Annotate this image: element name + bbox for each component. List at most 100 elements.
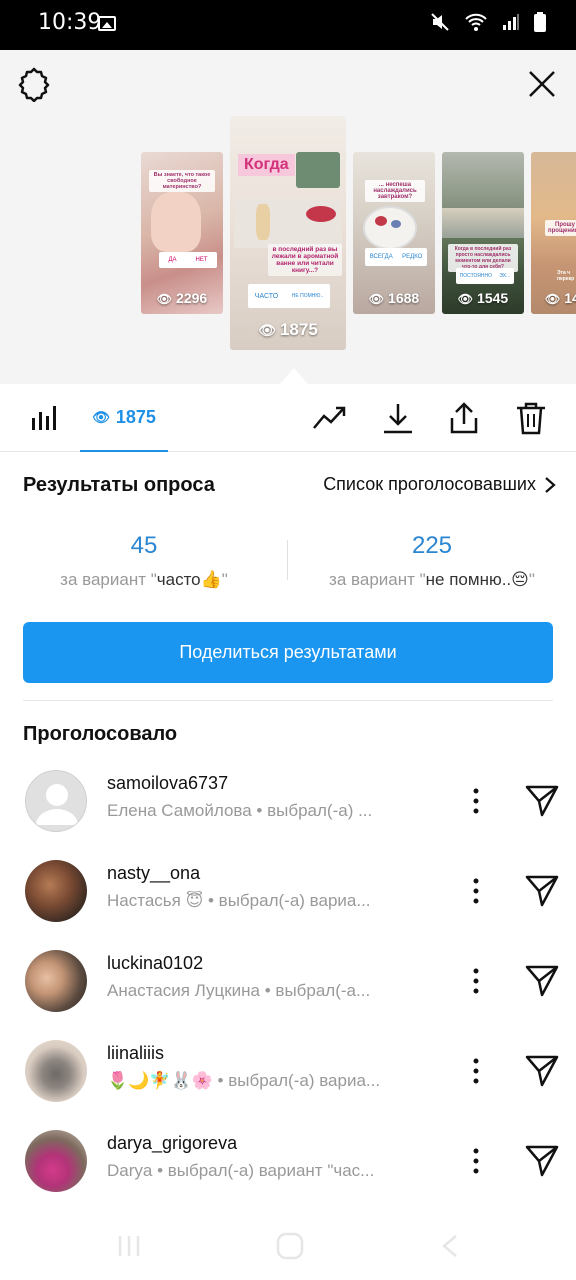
- more-options-icon[interactable]: [466, 966, 486, 996]
- eye-icon: 👁: [368, 292, 385, 306]
- story-poll-option-b: НЕ ПОМНЮ..: [291, 293, 324, 299]
- trash-icon[interactable]: [513, 400, 549, 436]
- status-time: 10:39: [38, 10, 102, 35]
- story-photo: [234, 198, 342, 248]
- story-view-count: 👁 2296: [156, 290, 208, 306]
- gear-icon[interactable]: [16, 66, 52, 102]
- close-icon[interactable]: [528, 70, 556, 98]
- wifi-icon: [465, 13, 487, 31]
- share-icon[interactable]: [446, 400, 482, 436]
- eye-icon: 👁: [258, 322, 276, 338]
- voter-username[interactable]: luckina0102: [107, 953, 203, 974]
- default-avatar-icon: [36, 784, 78, 825]
- voter-detail: Darya • выбрал(-а) вариант "час...: [107, 1161, 375, 1180]
- status-icons: [430, 12, 546, 32]
- story-carousel-area: Вы знаете, что такое свободное материнст…: [0, 50, 576, 384]
- selected-story-caret: [280, 368, 308, 384]
- voters-list-link[interactable]: Список проголосовавших: [323, 474, 556, 495]
- more-options-icon[interactable]: [466, 876, 486, 906]
- gallery-icon: [98, 16, 116, 31]
- poll-results-title: Результаты опроса: [23, 474, 215, 496]
- voter-detail: Настасья 😇 • выбрал(-а) вариа...: [107, 891, 371, 910]
- avatar[interactable]: [25, 860, 87, 922]
- eye-icon: 👁: [457, 292, 474, 306]
- share-results-button[interactable]: Поделиться результатами: [23, 622, 553, 683]
- poll-result-count: 45: [130, 532, 158, 559]
- status-bar: 10:39: [0, 0, 576, 50]
- send-message-icon[interactable]: [524, 784, 560, 818]
- more-options-icon[interactable]: [466, 1146, 486, 1176]
- tab-viewers-count: 1875: [115, 406, 156, 427]
- voted-section-title: Проголосовало: [23, 723, 178, 745]
- poll-result-label: за вариант "часто👍": [60, 570, 228, 589]
- story-thumbnail[interactable]: ... неспеша наслаждались завтраком? ВСЕГ…: [353, 152, 435, 314]
- mute-icon: [431, 13, 449, 31]
- send-message-icon[interactable]: [524, 874, 560, 908]
- send-message-icon[interactable]: [524, 1144, 560, 1178]
- eye-icon: 👁: [156, 292, 173, 306]
- story-poll-option-a: ВСЕГДА: [369, 254, 393, 260]
- more-options-icon[interactable]: [466, 786, 486, 816]
- avatar[interactable]: [25, 770, 87, 832]
- story-poll-option-b: РЕДКО: [402, 254, 423, 260]
- voter-row[interactable]: luckina0102 Анастасия Луцкина • выбрал(-…: [0, 950, 576, 1040]
- voter-row[interactable]: liinaliiis 🌷🌙🧚🐰🌸 • выбрал(-а) вариа...: [0, 1040, 576, 1130]
- poll-result-option-b: 225 за вариант "не помню..😔": [288, 532, 576, 590]
- story-thumbnail[interactable]: Прошу прощения... Эта ч перекр 👁14: [531, 152, 576, 314]
- voters-list-label: Список проголосовавших: [323, 474, 536, 494]
- story-caption-extra: Эта ч перекр: [557, 270, 575, 282]
- story-view-count: 👁 1545: [457, 290, 509, 306]
- avatar[interactable]: [25, 1040, 87, 1102]
- avatar[interactable]: [25, 950, 87, 1012]
- send-message-icon[interactable]: [524, 1054, 560, 1088]
- story-poll: ДА НЕТ: [159, 252, 217, 268]
- story-poll: ЧАСТО НЕ ПОМНЮ..: [248, 284, 330, 308]
- story-thumbnail[interactable]: Вы знаете, что такое свободное материнст…: [141, 152, 223, 314]
- story-photo: [363, 206, 417, 250]
- home-icon[interactable]: [276, 1232, 304, 1260]
- story-caption: в последний раз вы лежали в ароматной ва…: [268, 244, 342, 276]
- story-poll-option-a: ДА: [168, 257, 177, 263]
- eye-icon: 👁: [92, 408, 110, 425]
- trending-icon[interactable]: [312, 400, 348, 436]
- system-nav-bar: [0, 1212, 576, 1280]
- story-caption: ... неспеша наслаждались завтраком?: [365, 180, 425, 202]
- voter-detail: 🌷🌙🧚🐰🌸 • выбрал(-а) вариа...: [107, 1071, 381, 1090]
- voter-row[interactable]: darya_grigoreva Darya • выбрал(-а) вариа…: [0, 1130, 576, 1220]
- story-photo: [151, 192, 201, 252]
- voter-username[interactable]: samoilova6737: [107, 773, 228, 794]
- story-poll-option-b: ЭХ...: [499, 273, 511, 279]
- avatar[interactable]: [25, 1130, 87, 1192]
- poll-result-label: за вариант "не помню..😔": [329, 570, 535, 589]
- story-view-count: 👁 14: [545, 290, 576, 306]
- story-poll-option-b: НЕТ: [195, 257, 208, 263]
- story-photo: [296, 152, 340, 188]
- tab-viewers[interactable]: 👁 1875: [80, 384, 168, 452]
- story-caption: Прошу прощения...: [545, 220, 576, 236]
- story-thumbnail[interactable]: Когда в последний раз просто наслаждалис…: [442, 152, 524, 314]
- story-heading: Когда: [238, 154, 295, 176]
- bar-chart-icon[interactable]: [30, 404, 60, 432]
- poll-result-option-a: 45 за вариант "часто👍": [0, 532, 288, 590]
- chevron-right-icon: [545, 476, 556, 493]
- section-divider: [23, 700, 553, 701]
- back-icon[interactable]: [440, 1234, 460, 1258]
- more-options-icon[interactable]: [466, 1056, 486, 1086]
- send-message-icon[interactable]: [524, 964, 560, 998]
- signal-icon: [503, 14, 519, 30]
- story-caption: Вы знаете, что такое свободное материнст…: [149, 170, 215, 192]
- voter-username[interactable]: darya_grigoreva: [107, 1133, 237, 1154]
- download-icon[interactable]: [380, 400, 416, 436]
- story-poll-option-a: ЧАСТО: [254, 292, 279, 300]
- poll-result-count: 225: [411, 532, 453, 559]
- voter-username[interactable]: liinaliiis: [107, 1043, 164, 1064]
- story-poll-option-a: ПОСТОЯННО: [459, 273, 492, 279]
- voter-row[interactable]: nasty__ona Настасья 😇 • выбрал(-а) вариа…: [0, 860, 576, 950]
- voter-detail: Анастасия Луцкина • выбрал(-а...: [107, 981, 371, 1000]
- story-thumbnail-selected[interactable]: Когда в последний раз вы лежали в аромат…: [230, 116, 346, 350]
- voter-row[interactable]: samoilova6737 Елена Самойлова • выбрал(-…: [0, 770, 576, 860]
- story-photo: [442, 208, 524, 238]
- voter-username[interactable]: nasty__ona: [107, 863, 200, 884]
- recent-apps-icon[interactable]: [116, 1234, 142, 1258]
- insights-toolbar: 👁 1875: [0, 384, 576, 452]
